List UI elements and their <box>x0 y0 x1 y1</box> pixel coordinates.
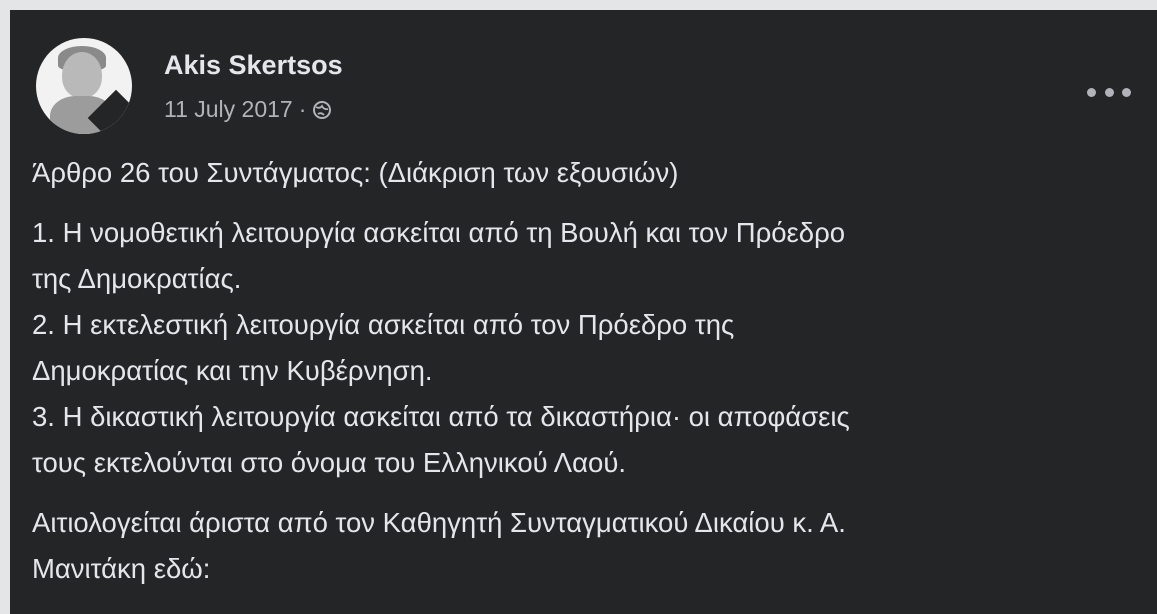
post-text-line: της Δημοκρατίας. <box>32 263 242 294</box>
post-text-line: Μανιτάκη εδώ: <box>32 553 211 584</box>
post-text-line: 2. Η εκτελεστική λειτουργία ασκείται από… <box>32 309 735 340</box>
more-options-icon-dot <box>1122 87 1131 97</box>
post-paragraph: 1. Η νομοθετική λειτουργία ασκείται από … <box>32 210 1143 486</box>
more-options-button[interactable] <box>1087 82 1131 102</box>
post-text-line: 3. Η δικαστική λειτουργία ασκείται από τ… <box>32 401 850 432</box>
globe-icon[interactable] <box>312 100 332 120</box>
post-body: Άρθρο 26 του Συντάγματος: (Διάκριση των … <box>32 150 1143 606</box>
post-paragraph: Άρθρο 26 του Συντάγματος: (Διάκριση των … <box>32 150 1143 196</box>
more-options-icon <box>1087 87 1096 97</box>
post-text-line: Δημοκρατίας και την Κυβέρνηση. <box>32 355 433 386</box>
post-text-line: τους εκτελούνται στο όνομα του Ελληνικού… <box>32 447 627 478</box>
post-text-line: Αιτιολογείται άριστα από τον Καθηγητή Συ… <box>32 507 846 538</box>
more-options-icon-dot <box>1104 87 1114 97</box>
post-meta: 11 July 2017 · <box>164 96 332 123</box>
post-text-line: 1. Η νομοθετική λειτουργία ασκείται από … <box>32 217 846 248</box>
post-header: Akis Skertsos 11 July 2017 · <box>36 38 1137 138</box>
facebook-post-card: Akis Skertsos 11 July 2017 · Άρθρο 26 το… <box>10 10 1157 614</box>
author-name[interactable]: Akis Skertsos <box>164 50 343 81</box>
avatar-head <box>62 52 102 98</box>
post-paragraph: Αιτιολογείται άριστα από τον Καθηγητή Συ… <box>32 500 1143 592</box>
author-avatar[interactable] <box>36 38 132 134</box>
meta-separator: · <box>298 96 307 122</box>
post-date[interactable]: 11 July 2017 <box>164 96 293 123</box>
post-text-line: Άρθρο 26 του Συντάγματος: (Διάκριση των … <box>32 157 679 188</box>
